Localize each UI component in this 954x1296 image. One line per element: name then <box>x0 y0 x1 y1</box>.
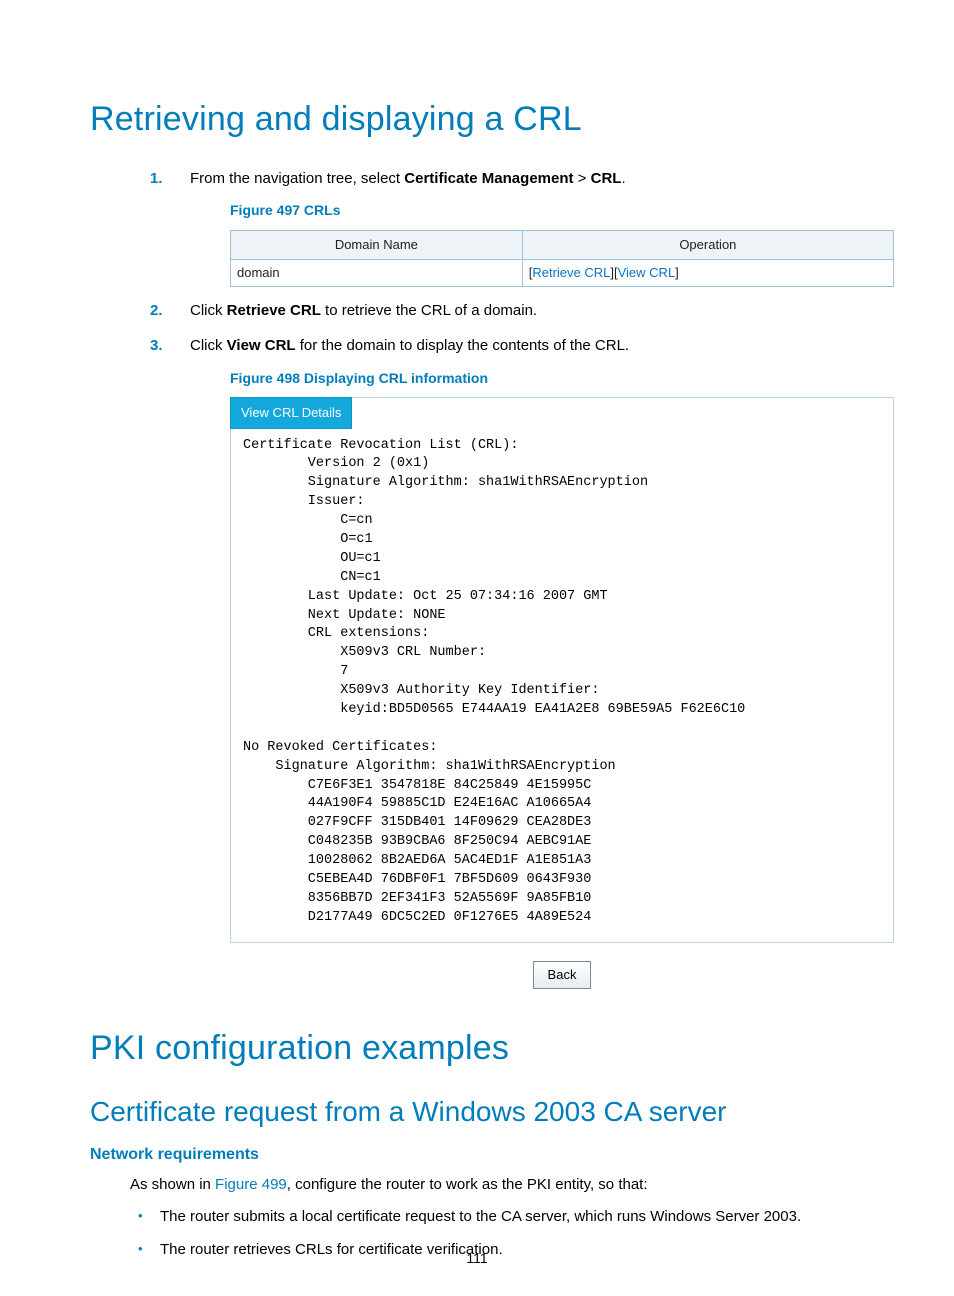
step-1-bold-1: Certificate Management <box>404 170 573 187</box>
th-operation: Operation <box>522 230 893 259</box>
heading-retrieving-crl: Retrieving and displaying a CRL <box>90 100 864 139</box>
step-number-2: 2. <box>150 299 163 322</box>
step-3-bold: View CRL <box>227 337 296 354</box>
table-header-row: Domain Name Operation <box>231 230 894 259</box>
crl-table: Domain Name Operation domain [Retrieve C… <box>230 230 894 287</box>
step-1-text-post: . <box>621 170 625 187</box>
th-domain-name: Domain Name <box>231 230 523 259</box>
back-button[interactable]: Back <box>533 961 592 989</box>
list-item: The router submits a local certificate r… <box>130 1206 864 1229</box>
netreq-intro-post: , configure the router to work as the PK… <box>287 1176 648 1193</box>
step-number-1: 1. <box>150 167 163 190</box>
step-3: 3. Click View CRL for the domain to disp… <box>150 334 864 988</box>
figure-498-caption: Figure 498 Displaying CRL information <box>230 368 864 390</box>
step-1-bold-2: CRL <box>591 170 622 187</box>
step-1-text-mid: > <box>574 170 591 187</box>
crl-details-panel: View CRL Details Certificate Revocation … <box>230 397 894 942</box>
network-requirements-intro: As shown in Figure 499, configure the ro… <box>130 1174 864 1197</box>
figure-497-caption: Figure 497 CRLs <box>230 200 864 222</box>
step-1: 1. From the navigation tree, select Cert… <box>150 167 864 287</box>
table-row: domain [Retrieve CRL][View CRL] <box>231 260 894 287</box>
step-2-bold: Retrieve CRL <box>227 302 321 319</box>
retrieve-crl-link[interactable]: Retrieve CRL <box>532 265 610 280</box>
step-3-text-post: for the domain to display the contents o… <box>296 337 630 354</box>
td-operation: [Retrieve CRL][View CRL] <box>522 260 893 287</box>
heading-cert-request-windows: Certificate request from a Windows 2003 … <box>90 1096 864 1128</box>
netreq-intro-pre: As shown in <box>130 1176 215 1193</box>
td-domain: domain <box>231 260 523 287</box>
view-crl-link[interactable]: View CRL <box>618 265 676 280</box>
heading-network-requirements: Network requirements <box>90 1146 864 1164</box>
crl-table-wrap: Domain Name Operation domain [Retrieve C… <box>230 230 894 287</box>
step-1-text-pre: From the navigation tree, select <box>190 170 404 187</box>
step-2: 2. Click Retrieve CRL to retrieve the CR… <box>150 299 864 322</box>
figure-499-link[interactable]: Figure 499 <box>215 1176 287 1193</box>
step-number-3: 3. <box>150 334 163 357</box>
view-crl-details-tab[interactable]: View CRL Details <box>230 397 352 428</box>
crl-details-text: Certificate Revocation List (CRL): Versi… <box>231 435 893 936</box>
page-number: 111 <box>0 1250 954 1266</box>
step-3-text-pre: Click <box>190 337 227 354</box>
back-button-row: Back <box>230 961 894 989</box>
heading-pki-examples: PKI configuration examples <box>90 1029 864 1068</box>
step-2-text-pre: Click <box>190 302 227 319</box>
step-2-text-post: to retrieve the CRL of a domain. <box>321 302 537 319</box>
